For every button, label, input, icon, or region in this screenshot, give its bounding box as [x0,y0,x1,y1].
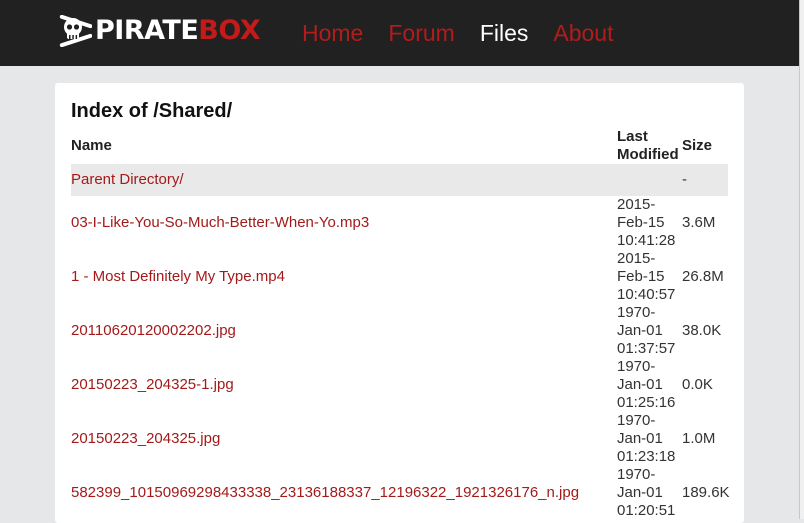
parent-directory-row: Parent Directory/ - [71,164,728,196]
file-size: 3.6M [682,214,716,231]
file-link[interactable]: 20110620120002202.jpg [71,322,236,340]
file-size: 1.0M [682,430,716,447]
logo-text: PIRATEBOX [95,14,261,48]
file-modified: 2015-Feb-15 10:40:57 [617,250,676,303]
file-link[interactable]: 03-I-Like-You-So-Much-Better-When-Yo.mp3 [71,214,369,232]
logo-text-box: BOX [198,15,261,46]
table-row: 20110620120002202.jpg 1970-Jan-01 01:37:… [71,304,728,358]
page-title: Index of /Shared/ [71,100,233,122]
nav-about[interactable]: About [553,18,613,48]
file-link[interactable]: 20150223_204325.jpg [71,430,220,448]
logo-text-pirate: PIRATE [95,15,199,46]
skull-crossbones-icon [59,15,92,47]
file-size: 26.8M [682,268,724,285]
file-link[interactable]: 1 - Most Definitely My Type.mp4 [71,268,285,286]
piratebox-logo[interactable]: PIRATEBOX [54,14,261,48]
file-link[interactable]: 20150223_204325-1.jpg [71,376,234,394]
table-row: 582399_10150969298433338_23136188337_121… [71,466,730,520]
parent-directory-link[interactable]: Parent Directory/ [71,171,184,189]
nav-home[interactable]: Home [302,18,363,48]
table-row: 03-I-Like-You-So-Much-Better-When-Yo.mp3… [71,196,728,250]
column-header-size: Size [682,137,713,154]
parent-directory-size: - [682,171,687,188]
file-modified: 1970-Jan-01 01:25:16 [617,358,676,411]
parent-directory-slash: / [179,171,184,188]
top-bar: PIRATEBOX Home Forum Files About [0,0,800,66]
file-link[interactable]: 582399_10150969298433338_23136188337_121… [71,484,579,502]
table-row: 20150223_204325-1.jpg 1970-Jan-01 01:25:… [71,358,728,412]
column-header-last-modified: Last Modified [617,128,679,163]
file-modified: 2015-Feb-15 10:41:28 [617,196,676,249]
main-nav: Home Forum Files About [302,18,638,48]
file-size: 38.0K [682,322,722,339]
table-row: 1 - Most Definitely My Type.mp4 2015-Feb… [71,250,728,304]
file-size: 0.0K [682,376,713,393]
table-row: 20150223_204325.jpg 1970-Jan-01 01:23:18… [71,412,728,466]
file-modified: 1970-Jan-01 01:37:57 [617,304,676,357]
parent-directory-label: Parent Directory [71,171,180,188]
column-header-name: Name [71,137,112,154]
file-modified: 1970-Jan-01 01:20:51 [617,466,676,519]
file-modified: 1970-Jan-01 01:23:18 [617,412,676,465]
nav-files[interactable]: Files [480,18,529,48]
file-size: 189.6K [682,484,730,501]
scrollbar[interactable] [799,0,804,519]
file-listing-panel: Index of /Shared/ Name Last Modified Siz… [55,83,744,523]
nav-forum[interactable]: Forum [388,18,454,48]
